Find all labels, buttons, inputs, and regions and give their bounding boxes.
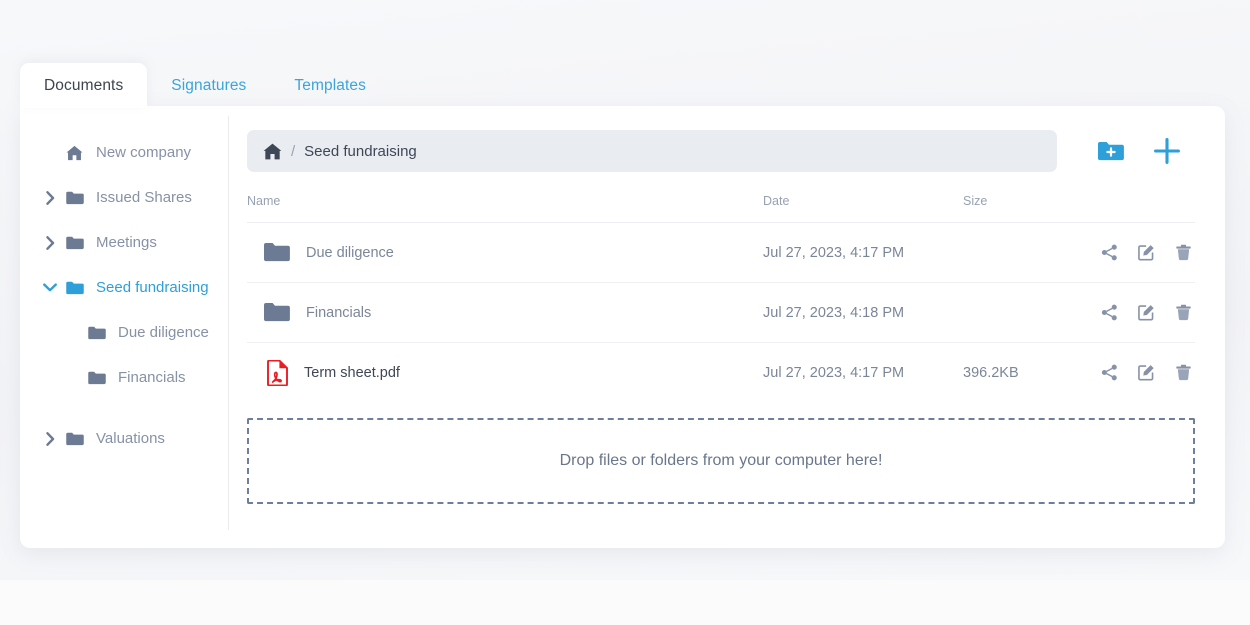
folder-icon: [88, 371, 108, 385]
folder-icon: [264, 242, 290, 263]
breadcrumb: / Seed fundraising: [247, 130, 1057, 172]
sidebar-item-financials[interactable]: Financials: [20, 355, 228, 400]
chevron-right-icon[interactable]: [42, 235, 58, 250]
chevron-down-icon[interactable]: [42, 282, 58, 293]
file-name[interactable]: Due diligence: [306, 245, 394, 261]
delete-icon[interactable]: [1174, 243, 1193, 262]
folder-icon: [66, 281, 86, 295]
folder-icon: [66, 236, 86, 250]
add-button[interactable]: [1139, 130, 1195, 172]
folder-icon: [264, 302, 290, 323]
breadcrumb-separator: /: [291, 142, 296, 160]
sidebar-item-due-diligence[interactable]: Due diligence: [20, 310, 228, 355]
sidebar-item-label: Issued Shares: [96, 189, 192, 206]
column-header-date[interactable]: Date: [763, 194, 963, 223]
table-row[interactable]: Term sheet.pdf Jul 27, 2023, 4:17 PM 396…: [247, 343, 1195, 403]
tab-documents[interactable]: Documents: [20, 63, 148, 108]
chevron-right-icon[interactable]: [42, 431, 58, 446]
tab-bar: Documents Signatures Templates: [20, 63, 390, 108]
content-area: / Seed fundraising Name Date Size Due di…: [229, 106, 1225, 548]
folder-icon: [66, 432, 86, 446]
sidebar-item-valuations[interactable]: Valuations: [20, 416, 228, 461]
file-date: Jul 27, 2023, 4:18 PM: [763, 282, 963, 343]
sidebar-item-label: Financials: [118, 369, 186, 386]
file-date: Jul 27, 2023, 4:17 PM: [763, 364, 905, 381]
file-size: 396.2KB: [963, 364, 1019, 381]
pdf-icon: [264, 359, 288, 386]
tab-signatures[interactable]: Signatures: [147, 63, 270, 108]
file-table: Name Date Size Due diligence Jul 27, 202…: [247, 194, 1195, 403]
delete-icon[interactable]: [1174, 363, 1193, 382]
tab-templates[interactable]: Templates: [270, 63, 390, 108]
share-icon[interactable]: [1100, 303, 1119, 322]
chevron-right-icon[interactable]: [42, 190, 58, 205]
edit-icon[interactable]: [1137, 243, 1156, 262]
breadcrumb-current[interactable]: Seed fundraising: [304, 143, 417, 160]
column-header-size[interactable]: Size: [963, 194, 1083, 223]
file-date: Jul 27, 2023, 4:17 PM: [763, 222, 963, 283]
edit-icon[interactable]: [1137, 363, 1156, 382]
home-icon: [66, 145, 86, 161]
folder-icon: [88, 326, 108, 340]
sidebar-item-label: Valuations: [96, 430, 165, 447]
file-size: [963, 282, 1083, 343]
sidebar-item-label: New company: [96, 144, 192, 161]
delete-icon[interactable]: [1174, 303, 1193, 322]
sidebar-item-meetings[interactable]: Meetings: [20, 220, 228, 265]
share-icon[interactable]: [1100, 363, 1119, 382]
folder-plus-icon: [1098, 141, 1124, 162]
tab-signatures-label: Signatures: [171, 76, 247, 94]
toolbar: / Seed fundraising: [247, 130, 1195, 172]
column-header-name[interactable]: Name: [247, 194, 763, 223]
folder-icon: [66, 191, 86, 205]
table-body: Due diligence Jul 27, 2023, 4:17 PM Fina…: [247, 222, 1195, 403]
new-folder-button[interactable]: [1083, 130, 1139, 172]
file-name[interactable]: Financials: [306, 305, 371, 321]
sidebar-item-label: Seed fundraising: [96, 279, 209, 296]
file-name[interactable]: Term sheet.pdf: [304, 365, 400, 381]
tab-documents-label: Documents: [44, 76, 124, 94]
documents-card: New company Issued Shares Meetings Seed …: [20, 106, 1225, 548]
sidebar-item-seed-fundraising[interactable]: Seed fundraising: [20, 265, 228, 310]
tab-templates-label: Templates: [294, 76, 366, 94]
home-icon[interactable]: [263, 143, 282, 160]
sidebar-item-issued-shares[interactable]: Issued Shares: [20, 175, 228, 220]
share-icon[interactable]: [1100, 243, 1119, 262]
sidebar: New company Issued Shares Meetings Seed …: [20, 116, 229, 530]
plus-icon: [1153, 137, 1181, 165]
sidebar-item-label: Meetings: [96, 234, 157, 251]
sidebar-item-new-company[interactable]: New company: [20, 130, 228, 175]
table-header: Name Date Size: [247, 194, 1195, 223]
dropzone[interactable]: Drop files or folders from your computer…: [247, 417, 1195, 504]
table-row[interactable]: Due diligence Jul 27, 2023, 4:17 PM: [247, 222, 1195, 283]
file-size: [963, 222, 1083, 283]
sidebar-item-label: Due diligence: [118, 324, 209, 341]
column-header-actions: [1083, 194, 1195, 223]
table-row[interactable]: Financials Jul 27, 2023, 4:18 PM: [247, 282, 1195, 343]
dropzone-label: Drop files or folders from your computer…: [559, 451, 883, 469]
edit-icon[interactable]: [1137, 303, 1156, 322]
